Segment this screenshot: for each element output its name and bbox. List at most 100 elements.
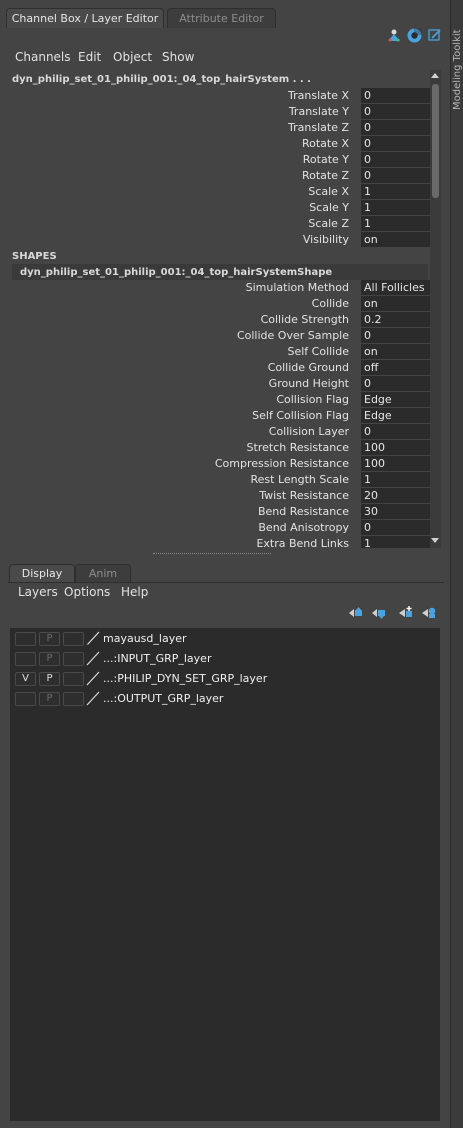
visibility-toggle[interactable] [15, 692, 36, 706]
tab-display[interactable]: Display [9, 564, 75, 582]
layer-color-swatch[interactable] [86, 671, 100, 686]
attr-row[interactable]: Collide Over Sample 0 [8, 328, 430, 344]
side-toolkit-strip[interactable] [450, 0, 463, 1128]
scroll-up-icon[interactable] [431, 73, 439, 78]
attr-value[interactable]: 0.2 [361, 312, 430, 327]
scroll-thumb[interactable] [432, 84, 439, 198]
attr-value[interactable]: 0 [361, 376, 430, 391]
attr-row[interactable]: Collide Strength 0.2 [8, 312, 430, 328]
attr-value[interactable]: 100 [361, 456, 430, 471]
attr-value[interactable]: 1 [361, 200, 430, 215]
attr-value[interactable]: Edge [361, 392, 430, 407]
attr-value[interactable]: 0 [361, 328, 430, 343]
attr-row[interactable]: Rotate Y 0 [8, 152, 430, 168]
attr-row[interactable]: Scale Y 1 [8, 200, 430, 216]
menu-object[interactable]: Object [113, 50, 152, 64]
visibility-toggle[interactable] [15, 632, 36, 646]
attr-row[interactable]: Translate Y 0 [8, 104, 430, 120]
display-type-toggle[interactable] [63, 632, 84, 646]
attr-row[interactable]: Scale Z 1 [8, 216, 430, 232]
attr-value[interactable]: 1 [361, 472, 430, 487]
attr-value[interactable]: on [361, 232, 430, 247]
move-layer-up-icon[interactable] [348, 607, 363, 622]
layer-color-swatch[interactable] [86, 691, 100, 706]
attr-value[interactable]: off [361, 360, 430, 375]
visibility-toggle[interactable]: V [15, 672, 36, 686]
sync-icon[interactable] [407, 28, 422, 46]
channel-scrollbar[interactable] [430, 70, 441, 548]
attr-row[interactable]: Collision Flag Edge [8, 392, 430, 408]
attr-value[interactable]: 0 [361, 168, 430, 183]
attr-value[interactable]: All Follicles [361, 280, 430, 295]
playback-toggle[interactable]: P [39, 672, 60, 686]
attr-row[interactable]: Translate Z 0 [8, 120, 430, 136]
attr-row[interactable]: Collision Layer 0 [8, 424, 430, 440]
new-layer-icon[interactable] [398, 606, 413, 622]
layer-row[interactable]: V P ...:PHILIP_DYN_SET_GRP_layer [12, 670, 440, 690]
manipulator-icon[interactable] [387, 28, 401, 45]
tab-channel-box[interactable]: Channel Box / Layer Editor [6, 8, 164, 28]
attr-row[interactable]: Rest Length Scale 1 [8, 472, 430, 488]
layer-name[interactable]: ...:PHILIP_DYN_SET_GRP_layer [103, 672, 267, 685]
layer-name[interactable]: ...:INPUT_GRP_layer [103, 652, 211, 665]
layer-row[interactable]: P ...:OUTPUT_GRP_layer [12, 690, 440, 710]
attr-value[interactable]: Edge [361, 408, 430, 423]
panel-splitter[interactable] [153, 553, 271, 554]
scroll-down-icon[interactable] [431, 538, 439, 543]
attr-value[interactable]: 0 [361, 136, 430, 151]
layer-color-swatch[interactable] [86, 651, 100, 666]
attr-row[interactable]: Self Collision Flag Edge [8, 408, 430, 424]
attr-value[interactable]: 0 [361, 104, 430, 119]
menu-layers[interactable]: Layers [18, 585, 58, 599]
attr-row[interactable]: Rotate X 0 [8, 136, 430, 152]
display-type-toggle[interactable] [63, 652, 84, 666]
display-type-toggle[interactable] [63, 692, 84, 706]
attr-value[interactable]: 0 [361, 520, 430, 535]
attr-row[interactable]: Compression Resistance 100 [8, 456, 430, 472]
edit-icon[interactable] [428, 28, 442, 45]
attr-row[interactable]: Collide Ground off [8, 360, 430, 376]
attr-value[interactable]: 30 [361, 504, 430, 519]
attr-value[interactable]: 1 [361, 536, 430, 548]
attr-row[interactable]: Ground Height 0 [8, 376, 430, 392]
attr-row[interactable]: Translate X 0 [8, 88, 430, 104]
attr-row[interactable]: Twist Resistance 20 [8, 488, 430, 504]
new-layer-selected-icon[interactable] [421, 606, 436, 622]
attr-row[interactable]: Stretch Resistance 100 [8, 440, 430, 456]
attr-value[interactable]: 0 [361, 120, 430, 135]
move-layer-down-icon[interactable] [371, 607, 386, 622]
attr-row[interactable]: Bend Anisotropy 0 [8, 520, 430, 536]
tab-attribute-editor[interactable]: Attribute Editor [167, 8, 276, 28]
menu-options[interactable]: Options [64, 585, 110, 599]
visibility-toggle[interactable] [15, 652, 36, 666]
layer-row[interactable]: P ...:INPUT_GRP_layer [12, 650, 440, 670]
modeling-toolkit-tab[interactable]: Modeling Toolkit [452, 29, 463, 110]
playback-toggle[interactable]: P [39, 652, 60, 666]
tab-anim[interactable]: Anim [75, 564, 131, 582]
playback-toggle[interactable]: P [39, 692, 60, 706]
attr-value[interactable]: 1 [361, 216, 430, 231]
menu-channels[interactable]: Channels [15, 50, 71, 64]
menu-help[interactable]: Help [121, 585, 148, 599]
attr-row[interactable]: Scale X 1 [8, 184, 430, 200]
menu-show[interactable]: Show [162, 50, 194, 64]
attr-value[interactable]: 0 [361, 152, 430, 167]
attr-row[interactable]: Extra Bend Links 1 [8, 536, 430, 548]
attr-value[interactable]: 0 [361, 88, 430, 103]
playback-toggle[interactable]: P [39, 632, 60, 646]
attr-value[interactable]: 20 [361, 488, 430, 503]
layer-row[interactable]: P mayausd_layer [12, 630, 440, 650]
layer-name[interactable]: ...:OUTPUT_GRP_layer [103, 692, 223, 705]
attr-value[interactable]: 100 [361, 440, 430, 455]
attr-value[interactable]: 1 [361, 184, 430, 199]
display-type-toggle[interactable] [63, 672, 84, 686]
attr-row[interactable]: Collide on [8, 296, 430, 312]
menu-edit[interactable]: Edit [78, 50, 101, 64]
attr-row[interactable]: Rotate Z 0 [8, 168, 430, 184]
attr-row[interactable]: Simulation Method All Follicles [8, 280, 430, 296]
attr-row[interactable]: Visibility on [8, 232, 430, 248]
attr-value[interactable]: 0 [361, 424, 430, 439]
layer-color-swatch[interactable] [86, 631, 100, 646]
attr-value[interactable]: on [361, 296, 430, 311]
layer-name[interactable]: mayausd_layer [103, 632, 187, 645]
